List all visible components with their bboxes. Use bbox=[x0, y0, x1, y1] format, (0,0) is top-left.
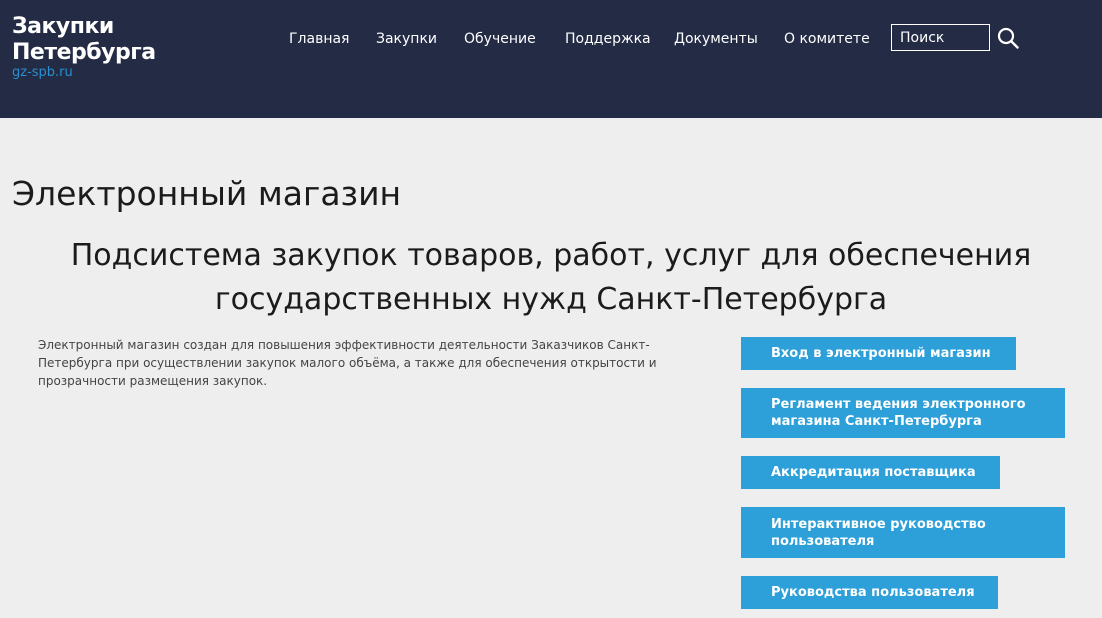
page-title: Электронный магазин bbox=[12, 174, 402, 213]
store-regulations-button[interactable]: Регламент ведения электронного магазина … bbox=[741, 388, 1065, 438]
search-icon[interactable] bbox=[997, 27, 1019, 49]
logo-line-2: Петербурга bbox=[12, 40, 156, 65]
search-input[interactable] bbox=[891, 24, 990, 51]
nav-item-purchases[interactable]: Закупки bbox=[376, 30, 437, 48]
logo-domain: gz-spb.ru bbox=[12, 65, 73, 80]
interactive-guide-button[interactable]: Интерактивное руководство пользователя bbox=[741, 507, 1065, 558]
user-manuals-button[interactable]: Руководства пользователя bbox=[741, 576, 998, 609]
nav-item-about[interactable]: О комитете bbox=[784, 30, 870, 48]
intro-text: Электронный магазин создан для повышения… bbox=[38, 338, 657, 388]
nav-item-home[interactable]: Главная bbox=[289, 30, 349, 48]
nav-item-documents[interactable]: Документы bbox=[674, 30, 758, 48]
site-header: Закупки Петербурга gz-spb.ru Главная Зак… bbox=[0, 0, 1102, 118]
page-subtitle: Подсистема закупок товаров, работ, услуг… bbox=[70, 238, 1032, 317]
nav-item-training[interactable]: Обучение bbox=[464, 30, 536, 48]
logo-line-1: Закупки bbox=[12, 14, 114, 39]
nav-item-support[interactable]: Поддержка bbox=[565, 30, 651, 48]
site-logo[interactable]: Закупки Петербурга gz-spb.ru bbox=[12, 14, 156, 80]
supplier-accreditation-button[interactable]: Аккредитация поставщика bbox=[741, 456, 1000, 489]
enter-store-button[interactable]: Вход в электронный магазин bbox=[741, 337, 1016, 370]
